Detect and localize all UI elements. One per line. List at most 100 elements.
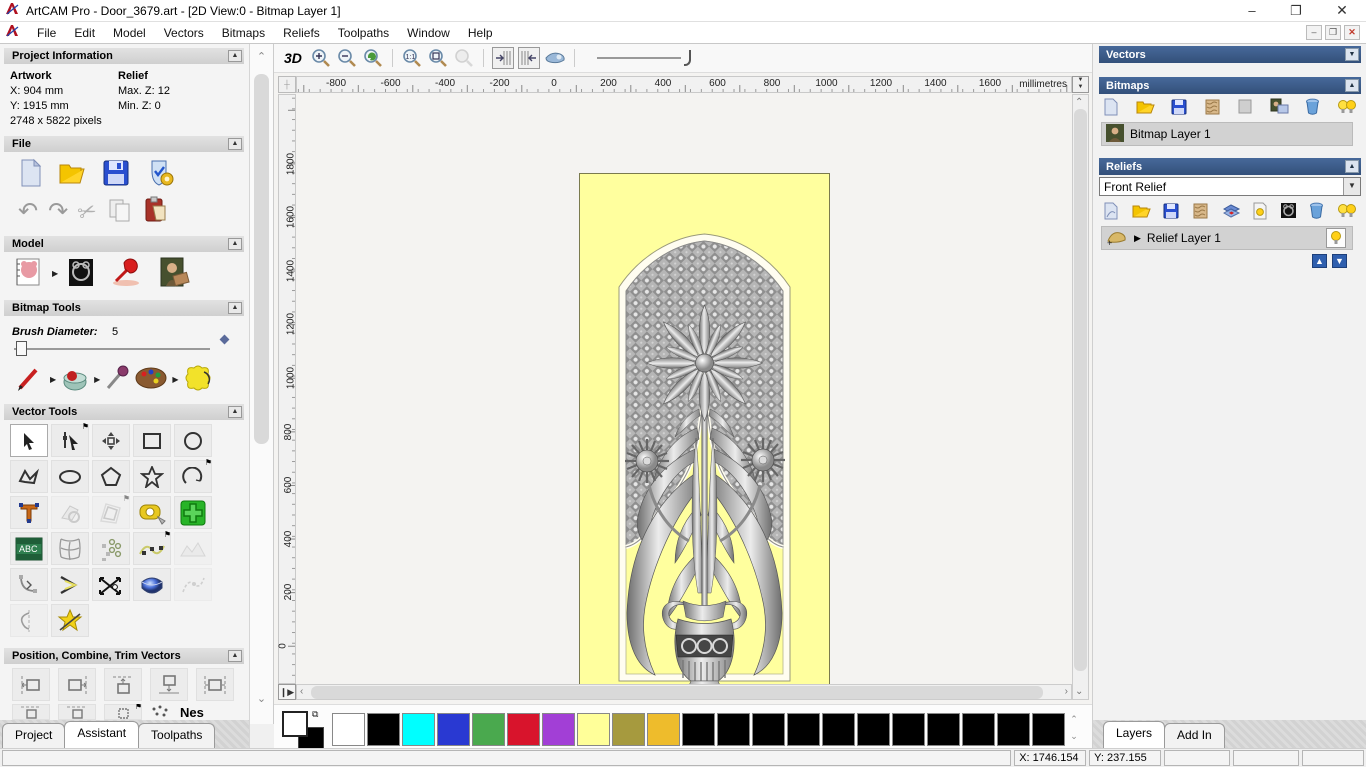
redraw-icon[interactable] bbox=[544, 47, 566, 69]
zoom-1to1-icon[interactable]: 1:1 bbox=[401, 47, 423, 69]
left-panel-scrollbar[interactable]: ⌃ ⌄ bbox=[250, 44, 274, 724]
expand-arrow-icon[interactable]: ▶ bbox=[1134, 233, 1141, 244]
delete-layer-icon[interactable] bbox=[1305, 98, 1320, 118]
ruler-origin-button[interactable]: ┼ bbox=[278, 76, 296, 93]
tool-offset-vector[interactable] bbox=[92, 494, 130, 529]
section-bitmap-tools[interactable]: Bitmap Tools ▲ bbox=[4, 300, 244, 316]
paint-bucket-icon[interactable] bbox=[60, 364, 90, 395]
zoom-in-icon[interactable] bbox=[310, 47, 332, 69]
tool-centre-y[interactable] bbox=[58, 704, 96, 720]
undo-icon[interactable]: ↶ bbox=[18, 199, 38, 224]
reliefs-header[interactable]: Reliefs ▲ bbox=[1099, 158, 1361, 175]
tool-fit-points-to-curve[interactable] bbox=[133, 530, 171, 565]
palette-swatch-8[interactable] bbox=[612, 713, 645, 746]
palette-swatch-5[interactable] bbox=[507, 713, 540, 746]
palette-scroll-up-icon[interactable]: ⌃ bbox=[1066, 711, 1082, 728]
tool-create-arc[interactable] bbox=[174, 458, 212, 493]
move-layer-up-icon[interactable]: ▲ bbox=[1312, 254, 1327, 268]
tool-nesting-dots[interactable] bbox=[150, 704, 172, 720]
bitmap-to-layer-icon[interactable] bbox=[1270, 98, 1289, 118]
palette-swatch-20[interactable] bbox=[1032, 713, 1065, 746]
tool-paste-along-curve[interactable] bbox=[92, 532, 130, 565]
paint-icon[interactable] bbox=[16, 364, 46, 395]
menu-model[interactable]: Model bbox=[104, 23, 155, 43]
save-layer-icon[interactable] bbox=[1171, 99, 1187, 118]
tool-create-polyline[interactable] bbox=[10, 460, 48, 493]
menu-help[interactable]: Help bbox=[459, 23, 502, 43]
tool-create-ellipse[interactable] bbox=[51, 460, 89, 493]
model-options-icon[interactable] bbox=[144, 158, 174, 191]
rollup-icon[interactable]: ▲ bbox=[228, 302, 242, 314]
section-model[interactable]: Model ▲ bbox=[4, 236, 244, 252]
rollup-icon[interactable]: ▲ bbox=[228, 238, 242, 250]
rollup-icon[interactable]: ▲ bbox=[228, 50, 242, 62]
scrollbar-thumb[interactable] bbox=[311, 686, 1043, 699]
tool-envelope-distort[interactable] bbox=[51, 532, 89, 565]
vertical-scrollbar[interactable]: ⌃ ⌄ bbox=[1072, 94, 1089, 700]
close-button[interactable]: ✕ bbox=[1320, 0, 1364, 21]
tool-free-relief[interactable] bbox=[174, 532, 212, 565]
tool-create-polygon[interactable] bbox=[92, 460, 130, 493]
set-model-size-icon[interactable] bbox=[14, 256, 44, 291]
menu-toolpaths[interactable]: Toolpaths bbox=[329, 23, 398, 43]
tab-layers[interactable]: Layers bbox=[1103, 721, 1166, 748]
zoom-out-icon[interactable] bbox=[336, 47, 358, 69]
delete-layer-icon[interactable] bbox=[1309, 202, 1324, 222]
slider-knob[interactable] bbox=[683, 50, 691, 66]
tool-align-right[interactable] bbox=[58, 668, 96, 701]
3d-view-button[interactable]: 3D bbox=[284, 50, 302, 66]
palette-swatch-7[interactable] bbox=[577, 713, 610, 746]
layer-visibility-icon[interactable] bbox=[1253, 202, 1267, 223]
new-layer-icon[interactable] bbox=[1103, 202, 1119, 223]
slider-flyout-icon[interactable] bbox=[219, 334, 230, 345]
set-lighting-icon[interactable] bbox=[110, 257, 142, 290]
palette-swatch-18[interactable] bbox=[962, 713, 995, 746]
collapse-icon[interactable]: ▲ bbox=[1345, 79, 1359, 92]
scrollbar-thumb[interactable] bbox=[254, 74, 269, 444]
slider-handle[interactable] bbox=[16, 341, 27, 356]
palette-scroll-down-icon[interactable]: ⌄ bbox=[1066, 728, 1082, 745]
tool-align-bottom[interactable] bbox=[150, 668, 188, 701]
merge-relief-icon[interactable] bbox=[1222, 202, 1241, 222]
tool-align-centre[interactable] bbox=[196, 668, 234, 701]
relief-set-dropdown[interactable]: Front Relief ▼ bbox=[1099, 177, 1361, 196]
save-layer-icon[interactable] bbox=[1163, 203, 1179, 222]
tool-align-left[interactable] bbox=[12, 668, 50, 701]
new-model-icon[interactable] bbox=[18, 158, 44, 191]
tool-create-star[interactable] bbox=[133, 460, 171, 493]
layer-visibility-toggle[interactable] bbox=[1326, 228, 1346, 248]
tool-fillet-curves[interactable] bbox=[10, 568, 48, 601]
menu-vectors[interactable]: Vectors bbox=[155, 23, 213, 43]
tool-spline-faded[interactable] bbox=[174, 568, 212, 601]
restore-button[interactable]: ❐ bbox=[1274, 0, 1318, 21]
section-project-information[interactable]: Project Information ▲ bbox=[4, 48, 244, 64]
texture-flood-icon[interactable] bbox=[182, 364, 214, 395]
tool-select-vectors[interactable] bbox=[10, 424, 48, 457]
tool-transform-vectors[interactable] bbox=[92, 424, 130, 457]
save-model-icon[interactable] bbox=[102, 159, 130, 190]
minimize-button[interactable]: – bbox=[1230, 0, 1274, 21]
palette-swatch-3[interactable] bbox=[437, 713, 470, 746]
palette-swatch-13[interactable] bbox=[787, 713, 820, 746]
scroll-up-icon[interactable]: ⌃ bbox=[1075, 97, 1083, 108]
toggle-visibility-icon[interactable] bbox=[1337, 202, 1357, 223]
palette-swatch-0[interactable] bbox=[332, 713, 365, 746]
menu-window[interactable]: Window bbox=[398, 23, 459, 43]
menu-edit[interactable]: Edit bbox=[65, 23, 104, 43]
cut-icon[interactable]: ✂ bbox=[74, 196, 100, 227]
rollup-icon[interactable]: ▲ bbox=[228, 406, 242, 418]
tab-add-in[interactable]: Add In bbox=[1164, 723, 1225, 748]
bitmap-layer-item[interactable]: Bitmap Layer 1 bbox=[1101, 122, 1353, 146]
menu-file[interactable]: File bbox=[28, 23, 65, 43]
tool-mirror-merge[interactable] bbox=[10, 604, 48, 637]
vectors-header[interactable]: Vectors ▼ bbox=[1099, 46, 1361, 63]
move-layer-down-icon[interactable]: ▼ bbox=[1332, 254, 1347, 268]
scroll-up-icon[interactable]: ⌃ bbox=[253, 50, 270, 63]
texture-layer-icon[interactable] bbox=[1204, 98, 1221, 119]
section-position-combine[interactable]: Position, Combine, Trim Vectors ▲ bbox=[4, 648, 244, 664]
invert-model-icon[interactable] bbox=[66, 256, 96, 291]
collapse-icon[interactable]: ▲ bbox=[1345, 160, 1359, 173]
palette-swatch-14[interactable] bbox=[822, 713, 855, 746]
snap-left-icon[interactable] bbox=[491, 47, 514, 69]
pick-colour-icon[interactable] bbox=[104, 364, 132, 395]
